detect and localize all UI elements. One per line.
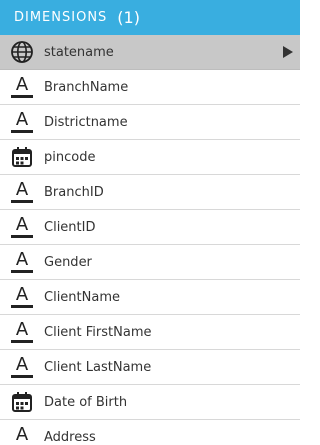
dimension-label: BranchName xyxy=(44,79,129,95)
calendar-icon xyxy=(0,140,44,174)
dimension-label: ClientName xyxy=(44,289,120,305)
dimension-item-branchid[interactable]: A BranchID xyxy=(0,175,300,210)
globe-icon xyxy=(0,35,44,69)
dimension-label: Client FirstName xyxy=(44,324,152,340)
text-type-icon: A xyxy=(0,210,44,244)
dimension-item-districtname[interactable]: A Districtname xyxy=(0,105,300,140)
dimension-label: Date of Birth xyxy=(44,394,128,410)
dimension-label: Districtname xyxy=(44,114,128,130)
text-type-icon: A xyxy=(0,70,44,104)
text-type-icon: A xyxy=(0,175,44,209)
dimension-item-client-firstname[interactable]: A Client FirstName xyxy=(0,315,300,350)
calendar-icon xyxy=(0,385,44,419)
dimension-item-client-lastname[interactable]: A Client LastName xyxy=(0,350,300,385)
text-type-icon: A xyxy=(0,245,44,279)
dimension-label: ClientID xyxy=(44,219,96,235)
dimensions-count: (1) xyxy=(117,8,140,27)
text-type-icon: A xyxy=(0,105,44,139)
dimension-item-statename[interactable]: statename xyxy=(0,35,300,70)
dimensions-title: DIMENSIONS xyxy=(14,10,108,25)
dimension-item-date-of-birth[interactable]: Date of Birth xyxy=(0,385,300,420)
dimension-item-gender[interactable]: A Gender xyxy=(0,245,300,280)
expand-arrow-icon[interactable] xyxy=(283,46,293,58)
text-type-icon: A xyxy=(0,350,44,384)
dimension-item-branchname[interactable]: A BranchName xyxy=(0,70,300,105)
dimension-label: BranchID xyxy=(44,184,104,200)
dimension-item-pincode[interactable]: pincode xyxy=(0,140,300,175)
dimension-label: Gender xyxy=(44,254,92,270)
dimension-label: statename xyxy=(44,44,114,60)
text-type-icon: A xyxy=(15,424,29,445)
text-type-icon: A xyxy=(0,315,44,349)
dimension-item-address[interactable]: A Address xyxy=(0,420,300,445)
dimensions-header[interactable]: DIMENSIONS (1) xyxy=(0,0,300,35)
dimension-label: pincode xyxy=(44,149,96,165)
dimension-list: statename A BranchName A Districtname pi… xyxy=(0,35,300,445)
text-type-icon: A xyxy=(0,280,44,314)
dimension-item-clientid[interactable]: A ClientID xyxy=(0,210,300,245)
dimensions-panel: DIMENSIONS (1) statename A BranchName A … xyxy=(0,0,300,445)
dimension-item-clientname[interactable]: A ClientName xyxy=(0,280,300,315)
dimension-label: Client LastName xyxy=(44,359,152,375)
dimension-label: Address xyxy=(44,429,96,445)
